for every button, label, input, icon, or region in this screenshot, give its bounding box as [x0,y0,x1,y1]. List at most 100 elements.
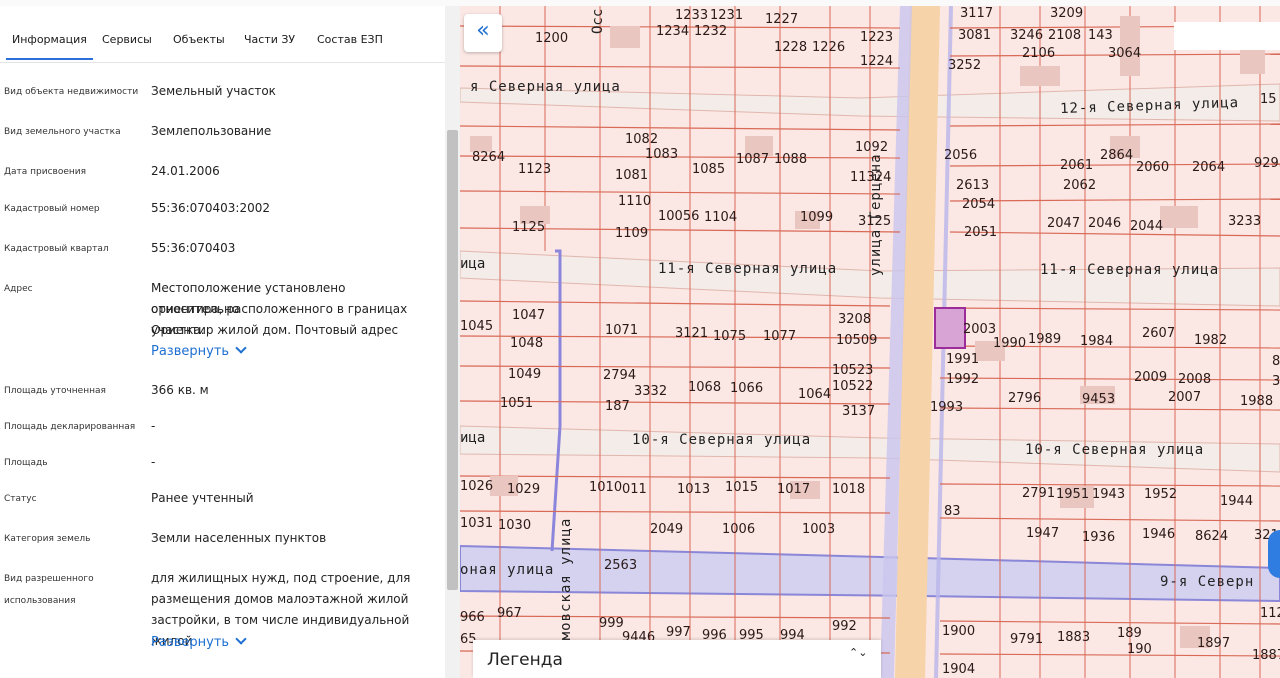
parcel-number[interactable]: 1030 [498,518,531,533]
parcel-number[interactable]: 1224 [860,54,893,69]
parcel-number[interactable]: 3332 [634,384,667,399]
parcel-number[interactable]: 1231 [710,8,743,23]
parcel-number[interactable]: 1099 [800,210,833,225]
tab-parts[interactable]: Части ЗУ [244,33,295,46]
parcel-number[interactable]: 2061 [1060,158,1093,173]
parcel-number[interactable]: 2064 [1192,160,1225,175]
parcel-number[interactable]: 2049 [650,522,683,537]
parcel-number[interactable]: 1234 [656,24,689,39]
parcel-number[interactable]: 1083 [645,147,678,162]
parcel-number[interactable]: 1109 [615,226,648,241]
parcel-number[interactable]: 1943 [1092,487,1125,502]
tab-ezp[interactable]: Состав ЕЗП [317,33,383,46]
parcel-number[interactable]: 9293 [1254,156,1280,171]
parcel-number[interactable]: 187 [605,399,630,414]
parcel-number[interactable]: 2056 [944,148,977,163]
parcel-number[interactable]: 3233 [1228,214,1261,229]
parcel-number[interactable]: 2047 [1047,216,1080,231]
parcel-number[interactable]: 1013 [677,482,710,497]
parcel-number[interactable]: 2007 [1168,390,1201,405]
parcel-number[interactable]: 15 [1260,92,1277,107]
parcel-number[interactable]: 967 [497,606,522,621]
parcel-number[interactable]: 1087 [736,152,769,167]
parcel-number[interactable]: 1988 [1240,394,1273,409]
parcel-number[interactable]: 1232 [694,24,727,39]
parcel-number[interactable]: 2009 [1134,370,1167,385]
parcel-number[interactable]: 1049 [508,367,541,382]
parcel-number[interactable]: 1066 [730,381,763,396]
parcel-number[interactable]: 8264 [472,150,505,165]
parcel-number[interactable]: 966 [460,610,485,625]
parcel-number[interactable]: 1233 [675,8,708,23]
parcel-number[interactable]: 1064 [798,387,831,402]
parcel-number[interactable]: 3252 [948,58,981,73]
parcel-number[interactable]: 2864 [1100,148,1133,163]
parcel-number[interactable]: 312 [1272,374,1280,389]
parcel-number[interactable]: 1993 [930,400,963,415]
parcel-number[interactable]: 3209 [1050,6,1083,21]
parcel-number[interactable]: 997 [666,625,691,640]
parcel-number[interactable]: 2613 [956,178,989,193]
parcel-number[interactable]: 1047 [512,308,545,323]
tab-info[interactable]: Информация [6,33,93,60]
parcel-number[interactable]: 011 [622,482,647,497]
parcel-number[interactable]: 1200 [535,31,568,46]
parcel-number[interactable]: 10056 [658,209,699,224]
address-expand-link[interactable]: Развернуть [151,342,247,359]
parcel-number[interactable]: 1946 [1142,527,1175,542]
parcel-number[interactable]: 10523 [832,363,873,378]
parcel-number[interactable]: 3246 [1010,28,1043,43]
parcel-number[interactable]: 2062 [1063,178,1096,193]
parcel-number[interactable]: 11324 [850,170,891,185]
parcel-number[interactable]: 1051 [500,396,533,411]
parcel-number[interactable]: 3081 [958,28,991,43]
parcel-number[interactable]: 2044 [1130,219,1163,234]
parcel-number[interactable]: 1018 [832,482,865,497]
parcel-number[interactable]: 3064 [1108,46,1141,61]
parcel-number[interactable]: 2108 [1048,28,1081,43]
parcel-number[interactable]: 1110 [618,194,651,209]
parcel-number[interactable]: 1003 [802,522,835,537]
parcel-number[interactable]: 2106 [1022,46,1055,61]
parcel-number[interactable]: 2791 [1022,486,1055,501]
parcel-number[interactable]: 1026 [460,479,493,494]
parcel-number[interactable]: 992 [832,619,857,634]
parcel-number[interactable]: 1077 [763,329,796,344]
parcel-number[interactable]: 2054 [962,197,995,212]
parcel-number[interactable]: 1092 [855,140,888,155]
parcel-number[interactable]: 1081 [615,168,648,183]
parcel-number[interactable]: 2607 [1142,326,1175,341]
parcel-number[interactable]: 1227 [765,12,798,27]
parcel-number[interactable]: 189 [1117,626,1142,641]
parcel-number[interactable]: 1104 [704,210,737,225]
parcel-number[interactable]: 1990 [993,336,1026,351]
parcel-number[interactable]: 1936 [1082,530,1115,545]
parcel-number[interactable]: 10522 [832,379,873,394]
panel-scrollbar-thumb[interactable] [447,130,458,590]
parcel-number[interactable]: 9791 [1010,632,1043,647]
parcel-number[interactable]: 999 [599,616,624,631]
parcel-number[interactable]: 1887 [1252,648,1280,663]
parcel-number[interactable]: 1125 [512,220,545,235]
parcel-number[interactable]: 190 [1127,642,1152,657]
cadastral-map[interactable]: я Северная улица 12-я Северная улица ица… [460,6,1280,678]
parcel-number[interactable]: 3208 [838,312,871,327]
parcel-number[interactable]: 1944 [1220,494,1253,509]
location-marker-icon[interactable] [1268,530,1280,578]
parcel-number[interactable]: 1123 [518,162,551,177]
parcel-number[interactable]: 1124 [1260,606,1280,621]
parcel-number[interactable]: 83 [944,504,961,519]
parcel-number[interactable]: 1992 [946,372,979,387]
parcel-number[interactable]: 1952 [1144,487,1177,502]
parcel-number[interactable]: 1228 [774,40,807,55]
parcel-number[interactable]: 1989 [1028,332,1061,347]
map-search-box[interactable] [1174,22,1280,50]
use-expand-link[interactable]: Развернуть [151,633,247,650]
parcel-number[interactable]: 1082 [625,132,658,147]
parcel-number[interactable]: 831 [1272,354,1280,369]
parcel-number[interactable]: 1900 [942,624,975,639]
parcel-number[interactable]: 10509 [836,333,877,348]
parcel-number[interactable]: 1075 [713,329,746,344]
parcel-number[interactable]: 1223 [860,30,893,45]
parcel-number[interactable]: 2008 [1178,372,1211,387]
